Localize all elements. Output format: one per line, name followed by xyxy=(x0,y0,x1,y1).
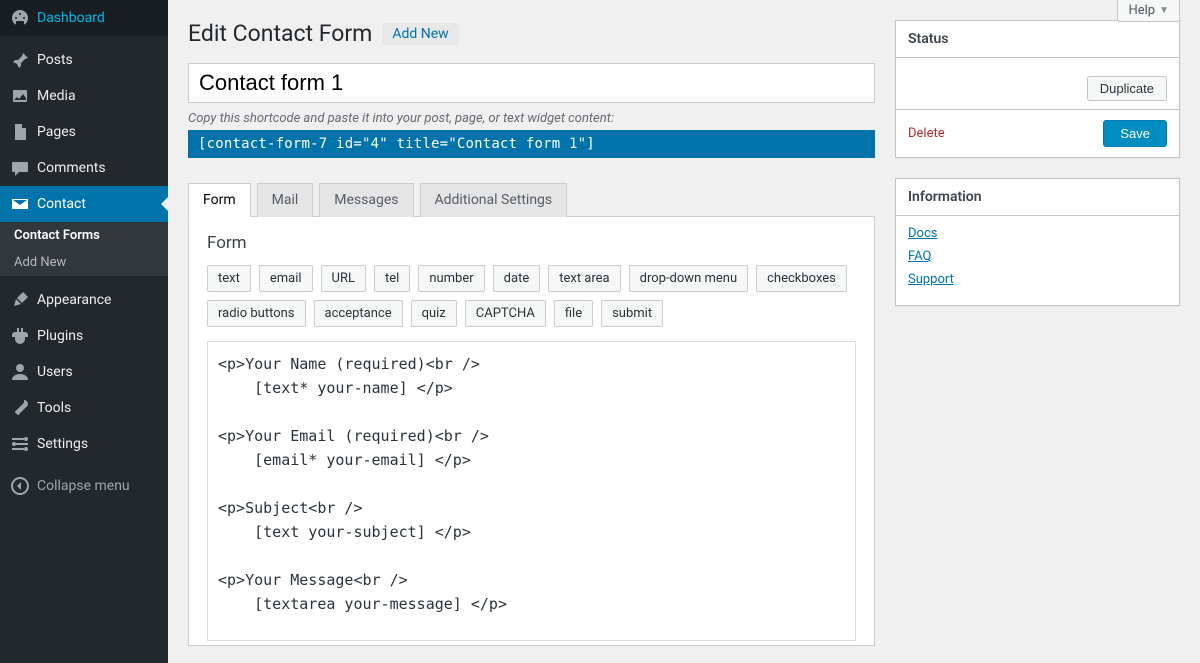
information-heading: Information xyxy=(896,179,1179,216)
info-link-support[interactable]: Support xyxy=(908,272,1167,287)
sidebar-item-plugins[interactable]: Plugins xyxy=(0,318,168,354)
tag-btn-email[interactable]: email xyxy=(259,265,313,292)
duplicate-button[interactable]: Duplicate xyxy=(1087,76,1167,101)
tag-btn-acceptance[interactable]: acceptance xyxy=(314,300,403,327)
shortcode-label: Copy this shortcode and paste it into yo… xyxy=(188,111,875,126)
tag-btn-tel[interactable]: tel xyxy=(374,265,410,292)
media-icon xyxy=(10,86,30,106)
tag-btn-textarea[interactable]: text area xyxy=(548,265,620,292)
appearance-icon xyxy=(10,290,30,310)
help-label: Help xyxy=(1128,3,1155,18)
sidebar-item-tools[interactable]: Tools xyxy=(0,390,168,426)
save-button[interactable]: Save xyxy=(1103,120,1167,147)
tag-btn-date[interactable]: date xyxy=(493,265,541,292)
tab-messages[interactable]: Messages xyxy=(319,183,413,217)
sidebar-item-appearance[interactable]: Appearance xyxy=(0,282,168,318)
status-box: Status Duplicate Delete Save xyxy=(895,20,1180,158)
tag-btn-quiz[interactable]: quiz xyxy=(411,300,457,327)
delete-link[interactable]: Delete xyxy=(908,126,945,141)
panel-heading: Form xyxy=(207,233,856,253)
tag-btn-number[interactable]: number xyxy=(418,265,484,292)
plugin-icon xyxy=(10,326,30,346)
sidebar-item-pages[interactable]: Pages xyxy=(0,114,168,150)
sidebar-label: Dashboard xyxy=(37,10,105,26)
form-code-textarea[interactable] xyxy=(207,341,856,641)
form-title-input[interactable] xyxy=(188,63,875,103)
sidebar-item-users[interactable]: Users xyxy=(0,354,168,390)
info-link-faq[interactable]: FAQ xyxy=(908,249,1167,264)
status-heading: Status xyxy=(896,21,1179,58)
information-box: Information Docs FAQ Support xyxy=(895,178,1180,306)
tag-btn-captcha[interactable]: CAPTCHA xyxy=(465,300,546,327)
sidebar-item-settings[interactable]: Settings xyxy=(0,426,168,462)
shortcode-display[interactable]: [contact-form-7 id="4" title="Contact fo… xyxy=(188,130,875,158)
tag-btn-url[interactable]: URL xyxy=(321,265,366,292)
mail-icon xyxy=(10,194,30,214)
sidebar-item-comments[interactable]: Comments xyxy=(0,150,168,186)
tag-generator-buttons: text email URL tel number date text area… xyxy=(207,265,856,327)
sidebar-label: Settings xyxy=(37,436,88,452)
sidebar-item-dashboard[interactable]: Dashboard xyxy=(0,0,168,36)
submenu-add-new[interactable]: Add New xyxy=(0,249,168,276)
settings-icon xyxy=(10,434,30,454)
tab-panel-form: Form text email URL tel number date text… xyxy=(188,216,875,646)
tag-btn-radio[interactable]: radio buttons xyxy=(207,300,306,327)
tab-mail[interactable]: Mail xyxy=(257,183,314,217)
sidebar-label: Posts xyxy=(37,52,73,68)
main-content: Help ▼ Edit Contact Form Add New Copy th… xyxy=(168,0,1200,663)
sidebar-item-contact[interactable]: Contact xyxy=(0,186,168,222)
tag-btn-checkboxes[interactable]: checkboxes xyxy=(756,265,847,292)
tab-additional-settings[interactable]: Additional Settings xyxy=(420,183,568,217)
pin-icon xyxy=(10,50,30,70)
sidebar-label: Appearance xyxy=(37,292,111,308)
comment-icon xyxy=(10,158,30,178)
add-new-button[interactable]: Add New xyxy=(382,23,458,45)
sidebar-label: Users xyxy=(37,364,73,380)
tag-btn-dropdown[interactable]: drop-down menu xyxy=(629,265,748,292)
admin-sidebar: Dashboard Posts Media Pages Comments Con… xyxy=(0,0,168,663)
tabs: Form Mail Messages Additional Settings xyxy=(188,182,875,216)
info-link-docs[interactable]: Docs xyxy=(908,226,1167,241)
sidebar-label: Tools xyxy=(37,400,71,416)
tag-btn-submit[interactable]: submit xyxy=(601,300,663,327)
tag-btn-file[interactable]: file xyxy=(554,300,593,327)
help-tab[interactable]: Help ▼ xyxy=(1117,0,1180,22)
wrench-icon xyxy=(10,398,30,418)
user-icon xyxy=(10,362,30,382)
sidebar-item-posts[interactable]: Posts xyxy=(0,42,168,78)
sidebar-label: Comments xyxy=(37,160,106,176)
page-icon xyxy=(10,122,30,142)
sidebar-label: Pages xyxy=(37,124,76,140)
page-title: Edit Contact Form xyxy=(188,20,372,47)
collapse-icon xyxy=(10,476,30,496)
sidebar-submenu-contact: Contact Forms Add New xyxy=(0,222,168,276)
sidebar-label: Collapse menu xyxy=(37,478,130,494)
sidebar-item-media[interactable]: Media xyxy=(0,78,168,114)
chevron-down-icon: ▼ xyxy=(1159,5,1169,16)
submenu-contact-forms[interactable]: Contact Forms xyxy=(0,222,168,249)
tab-form[interactable]: Form xyxy=(188,183,251,217)
sidebar-collapse[interactable]: Collapse menu xyxy=(0,468,168,504)
sidebar-label: Plugins xyxy=(37,328,83,344)
dashboard-icon xyxy=(10,8,30,28)
sidebar-label: Contact xyxy=(37,196,86,212)
sidebar-label: Media xyxy=(37,88,76,104)
tag-btn-text[interactable]: text xyxy=(207,265,251,292)
